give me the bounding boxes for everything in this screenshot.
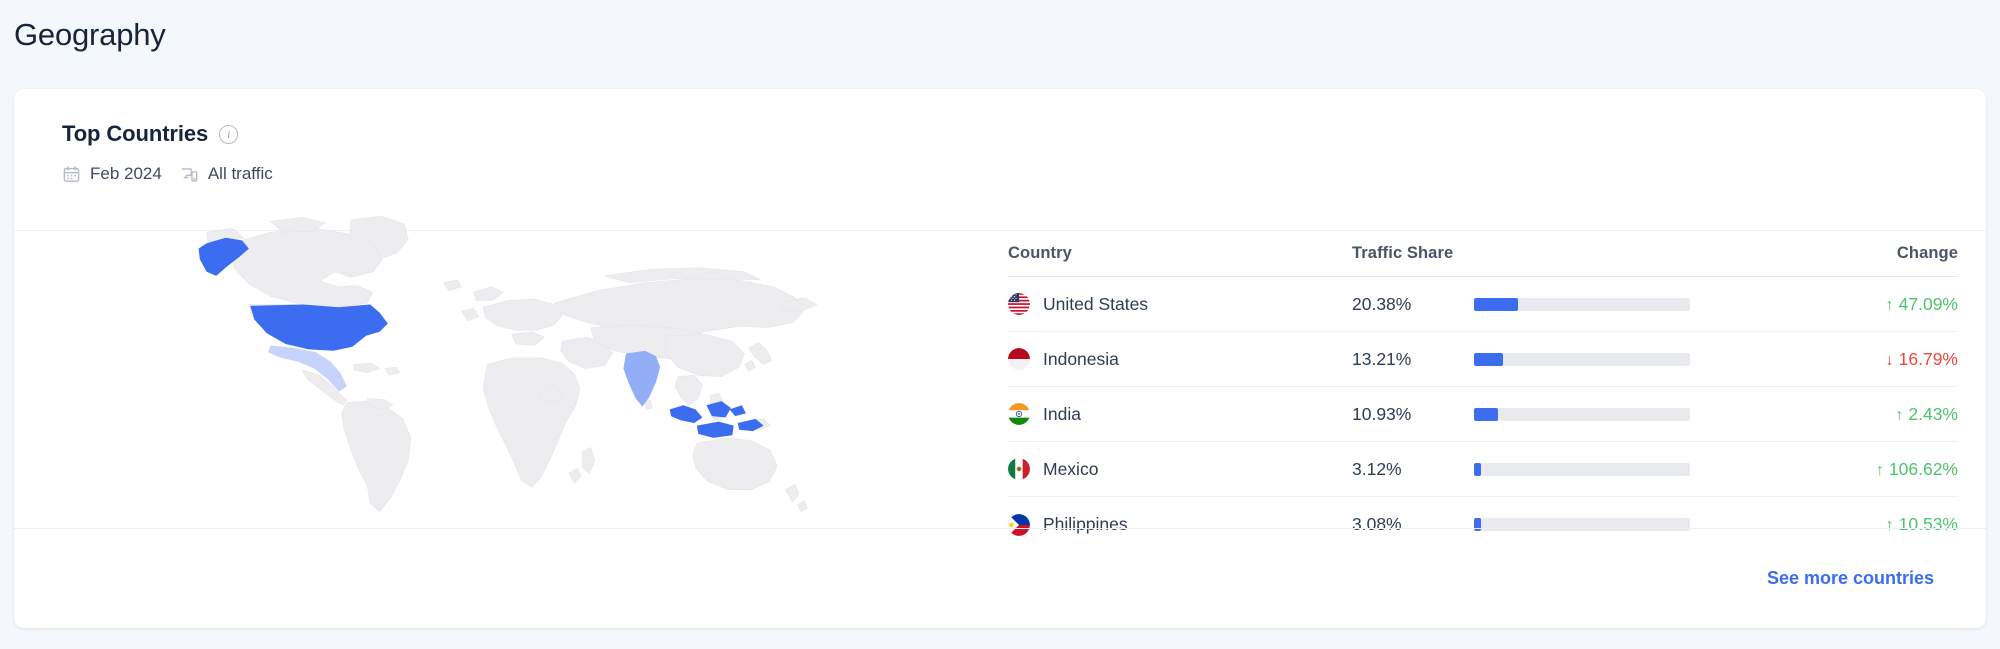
cell-traffic-share: 3.12% [1352,459,1850,480]
share-bar-track [1474,352,1690,366]
column-header-change: Change [1896,244,1958,262]
arrow-up-icon: ↑ [1875,461,1884,479]
world-map-svg [198,215,818,512]
country-label: Indonesia [1043,348,1119,369]
map-region-mexico [267,345,347,392]
arrow-down-icon: ↓ [1885,351,1894,369]
geography-page: Geography Top Countries i Feb 2024 All t… [0,0,2000,649]
change-value: ↑ 106.62% [1876,459,1958,479]
card-meta-row: Feb 2024 All traffic [62,164,273,184]
change-value: ↓ 16.79% [1886,349,1958,369]
table-row[interactable]: United States 20.38% ↑ 47.09% [1008,277,1958,332]
table-row[interactable]: India 10.93% ↑ 2.43% [1008,387,1958,442]
world-map[interactable] [14,201,1004,521]
card-title: Top Countries [62,121,209,146]
card-footer: See more countries [14,528,1986,628]
table-header-row: Country Traffic Share Change [1008,231,1958,277]
country-label: India [1043,403,1081,424]
flag-id-icon [1008,348,1030,370]
map-region-india [623,350,661,407]
table-body: United States 20.38% ↑ 47.09% Indonesia 13.21… [1008,277,1958,552]
share-bar-fill [1474,407,1498,421]
flag-mx-icon [1008,458,1030,480]
traffic-filter-label: All traffic [207,164,273,183]
share-percent: 10.93% [1352,403,1412,424]
change-value: ↑ 2.43% [1895,404,1958,424]
cell-country: India [1008,403,1352,425]
share-bar-track [1474,462,1690,476]
cell-country: Mexico [1008,458,1352,480]
top-countries-table: Country Traffic Share Change United Stat… [1008,231,1958,552]
share-bar-fill [1474,462,1481,476]
card-title-row: Top Countries i [62,121,239,147]
arrow-up-icon: ↑ [1885,296,1894,314]
map-region-indonesia-sumatra [669,405,703,423]
change-percent: 106.62% [1888,458,1958,479]
calendar-icon [63,165,80,182]
cell-change: ↓ 16.79% [1850,349,1958,370]
date-filter-label: Feb 2024 [90,164,162,183]
flag-us-icon [1008,293,1030,315]
page-title: Geography [14,17,166,52]
arrow-up-icon: ↑ [1895,406,1904,424]
card-body: Country Traffic Share Change United Stat… [14,215,1986,486]
cell-change: ↑ 47.09% [1850,294,1958,315]
cell-change: ↑ 106.62% [1850,459,1958,480]
share-bar-fill [1474,352,1503,366]
devices-icon [181,167,198,182]
share-percent: 20.38% [1352,293,1412,314]
cell-change: ↑ 2.43% [1850,404,1958,425]
share-bar-fill [1474,297,1518,311]
share-bar-track [1474,297,1690,311]
flag-in-icon [1008,403,1030,425]
change-percent: 47.09% [1898,293,1958,314]
cell-traffic-share: 10.93% [1352,404,1850,425]
map-region-indonesia-borneo [706,401,731,418]
change-value: ↑ 47.09% [1886,294,1958,314]
map-region-usa [250,304,388,351]
top-countries-card: Top Countries i Feb 2024 All traffic Cou… [14,89,1986,628]
share-percent: 3.12% [1352,458,1402,479]
column-header-traffic-share: Traffic Share [1352,244,1454,262]
column-header-country: Country [1008,244,1072,262]
share-percent: 13.21% [1352,348,1412,369]
info-icon[interactable]: i [219,124,239,144]
cell-country: Indonesia [1008,348,1352,370]
change-percent: 2.43% [1908,403,1958,424]
see-more-countries-link[interactable]: See more countries [1767,568,1934,589]
traffic-filter-chip[interactable]: All traffic [180,164,273,184]
table-row[interactable]: Mexico 3.12% ↑ 106.62% [1008,442,1958,497]
map-region-indonesia-sulawesi [729,405,746,417]
cell-traffic-share: 13.21% [1352,349,1850,370]
change-percent: 16.79% [1898,348,1958,369]
cell-traffic-share: 20.38% [1352,294,1850,315]
cell-country: United States [1008,293,1352,315]
share-bar-track [1474,407,1690,421]
map-region-indonesia-java [696,421,734,438]
table-row[interactable]: Indonesia 13.21% ↓ 16.79% [1008,332,1958,387]
country-label: Mexico [1043,458,1099,479]
country-label: United States [1043,293,1149,314]
date-filter-chip[interactable]: Feb 2024 [62,164,162,184]
